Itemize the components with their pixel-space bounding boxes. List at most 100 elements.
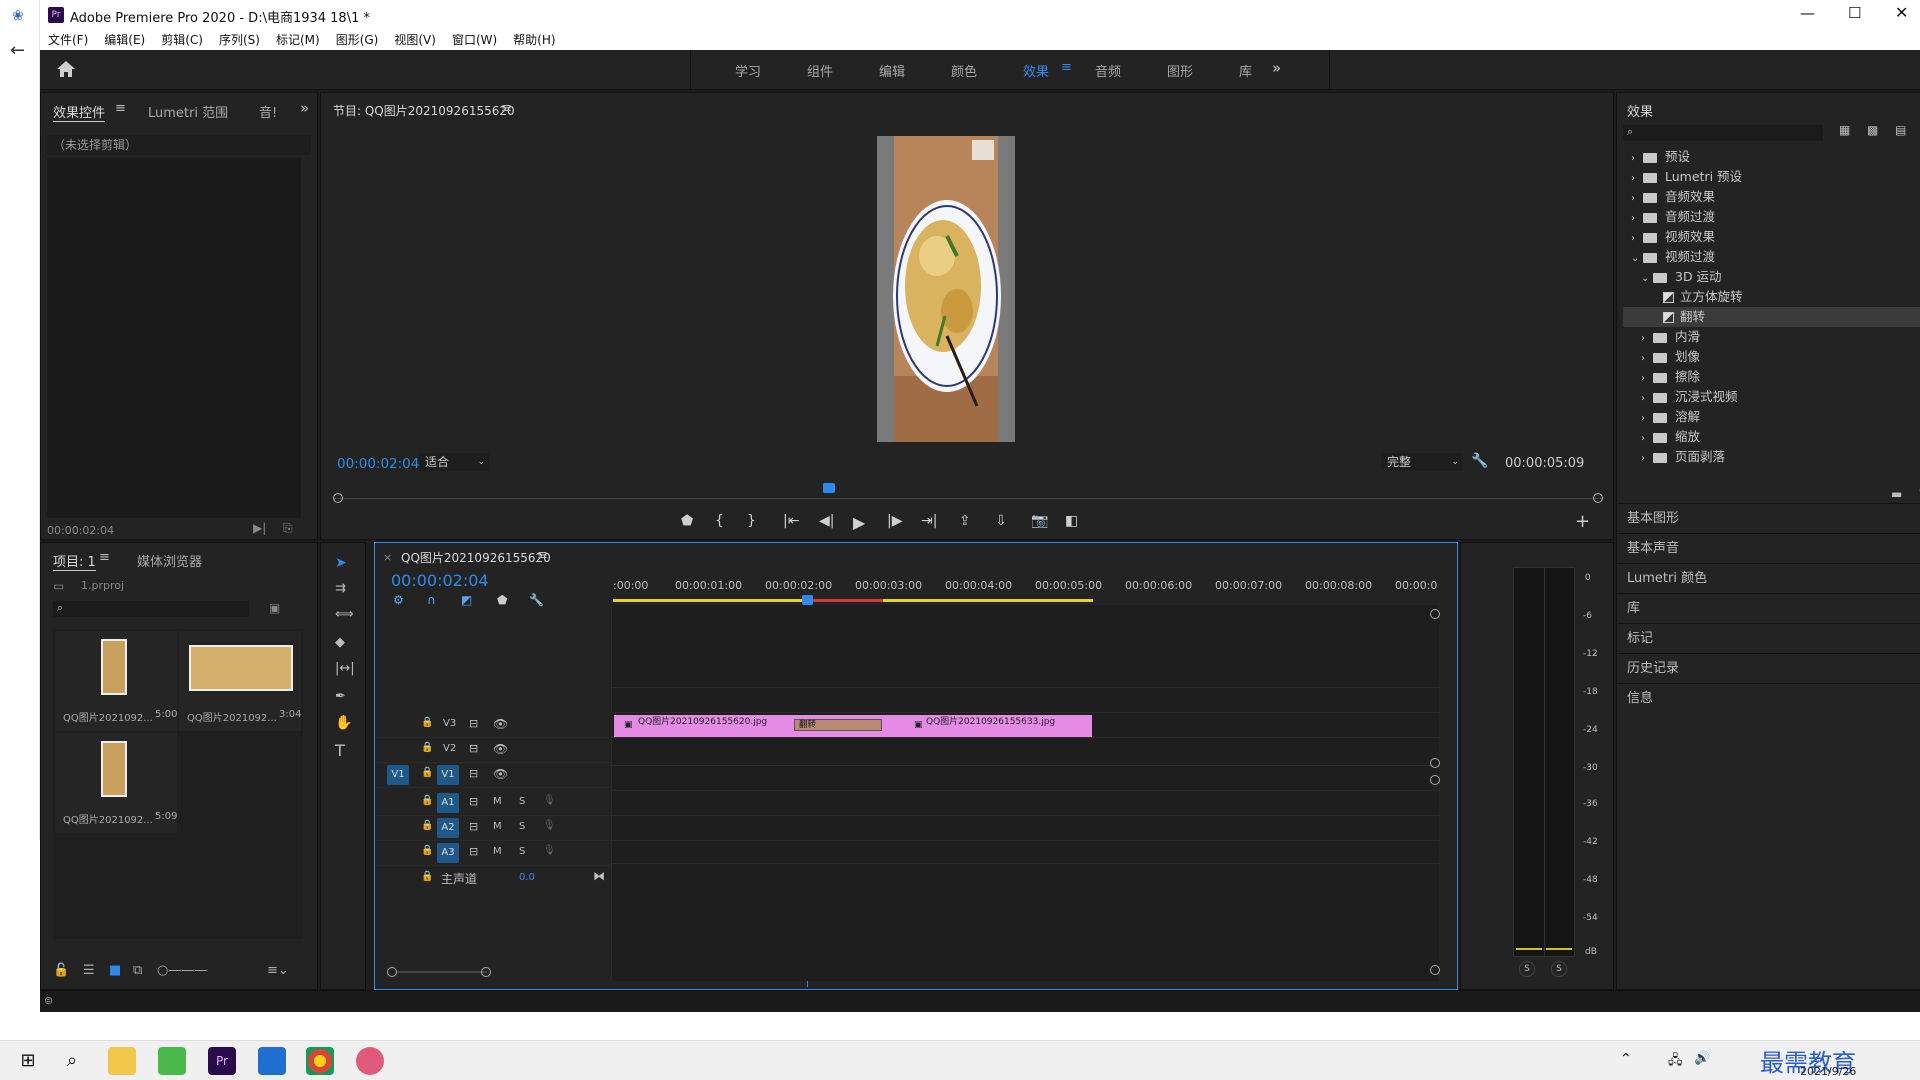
go-to-out-icon[interactable]: ⇥| [921,513,937,529]
panel-menu-icon[interactable]: ≡ [115,101,126,116]
razor-tool-icon[interactable]: ◆ [335,635,345,650]
ws-tab-audio[interactable]: 音频 [1095,61,1121,80]
effects-folder[interactable]: › 溶解 [1623,407,1920,427]
premiere-taskbar-icon[interactable]: Pr [208,1047,236,1075]
sequence-menu-icon[interactable]: ≡ [537,548,548,563]
type-tool-icon[interactable]: T [335,741,345,760]
close-button[interactable]: ✕ [1895,3,1908,22]
file-explorer-icon[interactable] [108,1047,136,1075]
track-label[interactable]: A1 [437,793,459,813]
effects-folder[interactable]: › 缩放 [1623,427,1920,447]
program-playhead[interactable] [823,483,835,493]
effects-section-header[interactable]: 历史记录 [1617,653,1920,683]
eye-icon[interactable]: 👁 [493,767,508,781]
app-icon[interactable] [158,1047,186,1075]
back-arrow-icon[interactable]: ← [10,40,25,61]
ws-tab-libraries[interactable]: 库 [1239,61,1252,80]
menu-marker[interactable]: 标记(M) [268,30,328,50]
chevron-right-icon[interactable]: › [1641,329,1653,349]
program-title[interactable]: 节目: QQ图片20210926155620 [333,102,515,119]
solo-right-button[interactable]: S [1551,961,1567,977]
menu-help[interactable]: 帮助(H) [505,30,563,50]
solo-button[interactable]: S [519,796,525,807]
mic-icon[interactable]: 🎙 [543,795,556,806]
chevron-right-icon[interactable]: › [1631,169,1643,189]
ws-menu-icon[interactable]: ≡ [1061,60,1072,75]
hand-tool-icon[interactable]: ✋ [335,715,352,731]
export-icon[interactable]: ▶| [253,521,266,535]
mute-button[interactable]: M [493,821,502,832]
export-frame-camera-icon[interactable]: 📷 [1031,513,1048,529]
ripple-edit-tool-icon[interactable]: ⟺ [335,607,354,622]
timeline-timecode[interactable]: 00:00:02:04 [391,571,489,590]
linked-selection-icon[interactable]: ◩ [461,593,472,607]
track-label[interactable]: A3 [437,843,459,863]
vscroll-handle-mid[interactable] [1430,758,1440,768]
go-to-in-icon[interactable]: |⇤ [783,513,799,529]
add-marker-icon[interactable]: ⬟ [681,513,693,529]
lift-icon[interactable]: ⇪ [959,513,971,529]
timeline-settings-icon[interactable]: 🔧 [529,593,544,607]
effects-folder[interactable]: › Lumetri 预设 [1623,167,1920,187]
tab-project[interactable]: 项目: 1 [53,551,96,571]
effects-section-header[interactable]: 库 [1617,593,1920,623]
sync-lock-icon[interactable]: ⊟ [469,767,478,780]
sort-icon[interactable]: ≡⌄ [267,963,289,978]
eye-icon[interactable]: 👁 [493,717,508,731]
close-sequence-icon[interactable]: × [383,551,392,564]
snap-icon[interactable]: ∩ [427,593,436,607]
sync-lock-icon[interactable]: ⊟ [469,717,478,730]
extract-icon[interactable]: ⇩ [995,513,1007,529]
track-label[interactable]: V3 [443,718,456,729]
time-ruler[interactable]: :00:00 00:00:01:00 00:00:02:00 00:00:03:… [613,571,1437,607]
effects-folder[interactable]: › 预设 [1623,147,1920,167]
project-search-input[interactable]: ⌕ [53,601,249,617]
effects-section-header[interactable]: 标记 [1617,623,1920,653]
home-icon[interactable] [56,60,76,78]
effects-section-header[interactable]: 基本图形 [1617,503,1920,533]
chevron-right-icon[interactable]: › [1631,149,1643,169]
timeline-hscroll[interactable] [387,965,1437,979]
sync-lock-icon[interactable]: ⊟ [469,742,478,755]
32bit-effects-icon[interactable]: ▩ [1867,123,1878,137]
add-button-icon[interactable]: + [1575,511,1590,532]
program-scrub-bar[interactable] [333,483,1603,505]
track-label[interactable]: V1 [437,765,459,785]
sequence-tab[interactable]: QQ图片20210926155620 [401,549,551,566]
effects-folder[interactable]: › 音频效果 [1623,187,1920,207]
lock-track-icon[interactable]: 🔒 [421,717,433,728]
step-forward-icon[interactable]: |▶ [887,513,902,529]
effects-folder[interactable]: ⌄ 视频过渡 [1623,247,1920,267]
pen-tool-icon[interactable]: ✒ [335,689,346,704]
effect-item[interactable]: 翻转 [1623,307,1920,327]
tab-effect-controls[interactable]: 效果控件 [53,102,106,122]
chevron-right-icon[interactable]: › [1631,209,1643,229]
vscroll-handle-top[interactable] [1430,609,1440,619]
master-volume[interactable]: 0.0 [519,872,535,883]
ws-tab-effects[interactable]: 效果 [1023,61,1049,80]
lock-track-icon[interactable]: 🔒 [421,845,433,856]
tab-lumetri-scopes[interactable]: Lumetri 范围 [148,102,228,121]
chevron-right-icon[interactable]: › [1641,389,1653,409]
solo-button[interactable]: S [519,846,525,857]
chevron-right-icon[interactable]: › [1641,349,1653,369]
effects-folder[interactable]: › 视频效果 [1623,227,1920,247]
solo-button[interactable]: S [519,821,525,832]
comparison-view-icon[interactable]: ◧ [1065,513,1078,529]
menu-view[interactable]: 视图(V) [386,30,444,50]
mute-button[interactable]: M [493,846,502,857]
ws-tab-color[interactable]: 颜色 [951,61,977,80]
effects-folder[interactable]: › 音频过渡 [1623,207,1920,227]
mic-icon[interactable]: 🎙 [543,820,556,831]
menu-file[interactable]: 文件(F) [40,30,96,50]
program-menu-icon[interactable]: ≡ [501,101,512,116]
menu-graphics[interactable]: 图形(G) [328,30,387,50]
chevron-right-icon[interactable]: › [1641,369,1653,389]
solo-left-button[interactable]: S [1519,961,1535,977]
effects-folder[interactable]: › 划像 [1623,347,1920,367]
paw-icon[interactable]: ❀ [12,8,24,24]
effects-section-header[interactable]: 基本声音 [1617,533,1920,563]
effects-section-header[interactable]: Lumetri 颜色 [1617,563,1920,593]
mark-in-icon[interactable]: { [715,513,724,529]
new-bin-icon[interactable]: ▬ [1891,487,1902,501]
